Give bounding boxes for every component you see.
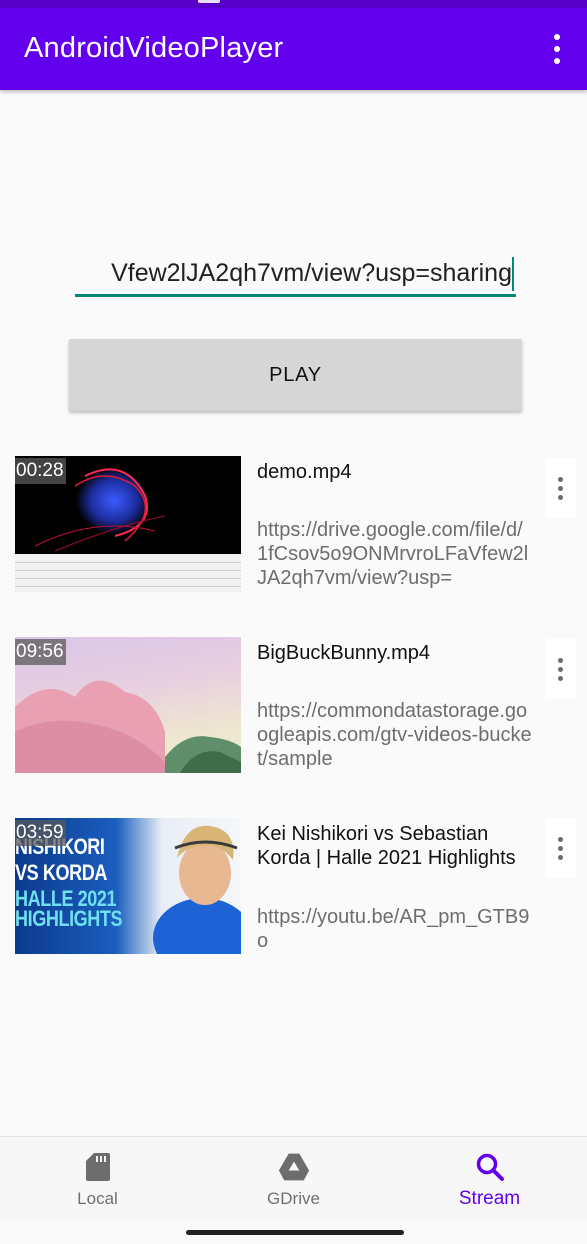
search-icon <box>474 1151 506 1183</box>
video-duration: 00:28 <box>15 458 66 484</box>
status-bar <box>0 0 587 8</box>
video-duration: 03:59 <box>15 820 66 846</box>
url-input[interactable]: Vfew2lJA2qh7vm/view?usp=sharing <box>75 253 516 297</box>
video-thumbnail[interactable]: 09:56 <box>15 637 241 773</box>
video-title: BigBuckBunny.mp4 <box>257 642 431 664</box>
home-indicator[interactable] <box>186 1230 404 1235</box>
nav-item-local[interactable]: Local <box>0 1137 195 1221</box>
list-item[interactable]: 00:28 demo.mp4 https://drive.google.com/… <box>0 456 587 593</box>
nav-item-stream[interactable]: Stream <box>392 1137 587 1221</box>
video-duration: 09:56 <box>15 639 66 665</box>
bottom-navigation: Local GDrive Stream <box>0 1136 587 1221</box>
text-cursor <box>512 257 514 291</box>
google-drive-icon <box>278 1151 310 1183</box>
thumbnail-text: HIGHLIGHTS <box>15 906 123 931</box>
more-vert-icon[interactable] <box>545 818 576 878</box>
video-thumbnail[interactable]: NISHIKORI VS KORDA HALLE 2021 HIGHLIGHTS… <box>15 818 241 954</box>
more-vert-icon[interactable] <box>545 34 569 64</box>
video-title: demo.mp4 <box>257 461 352 483</box>
app-bar: AndroidVideoPlayer <box>0 8 587 90</box>
nav-label: Stream <box>458 1188 521 1209</box>
more-vert-icon[interactable] <box>545 639 576 699</box>
app-title: AndroidVideoPlayer <box>24 32 284 64</box>
spreadsheet-preview <box>15 554 241 592</box>
video-title: Kei Nishikori vs Sebastian Korda | Halle… <box>257 823 516 869</box>
thumbnail-text: VS KORDA <box>15 860 107 885</box>
nav-label: GDrive <box>267 1189 320 1208</box>
video-url: https://commondatastorage.googleapis.com… <box>257 700 532 770</box>
url-input-value: Vfew2lJA2qh7vm/view?usp=sharing <box>111 259 512 287</box>
status-indicator <box>198 0 220 3</box>
list-item[interactable]: NISHIKORI VS KORDA HALLE 2021 HIGHLIGHTS… <box>0 818 587 955</box>
sd-card-icon <box>82 1151 114 1183</box>
video-url: https://drive.google.com/file/d/1fCsov5o… <box>257 519 529 589</box>
nav-item-gdrive[interactable]: GDrive <box>196 1137 391 1221</box>
list-item[interactable]: 09:56 BigBuckBunny.mp4 https://commondat… <box>0 637 587 774</box>
video-thumbnail[interactable]: 00:28 <box>15 456 241 592</box>
nav-label: Local <box>77 1189 118 1208</box>
more-vert-icon[interactable] <box>545 458 576 518</box>
play-button[interactable]: PLAY <box>69 339 522 411</box>
video-url: https://youtu.be/AR_pm_GTB9o <box>257 906 530 952</box>
